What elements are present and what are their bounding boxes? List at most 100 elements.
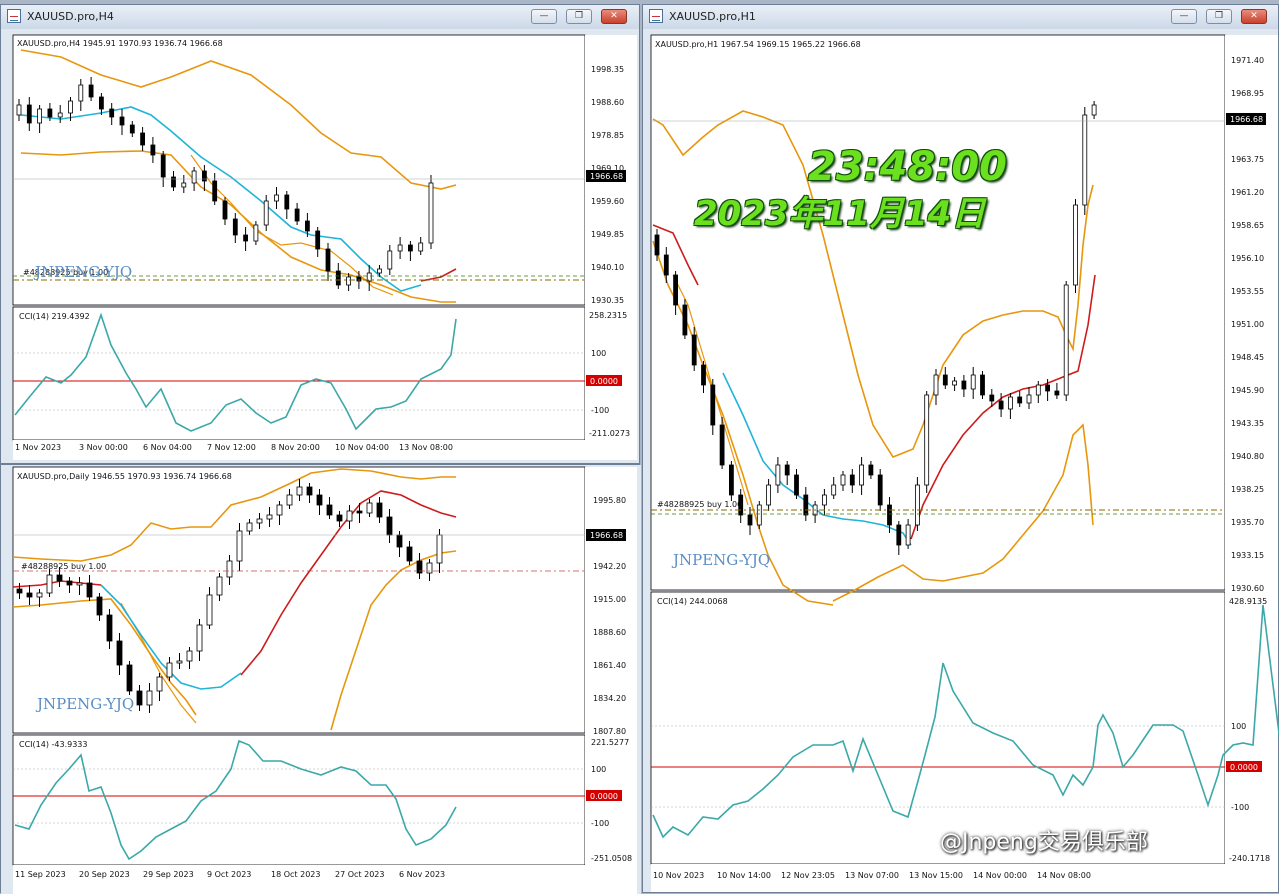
candle — [868, 464, 874, 476]
candle — [274, 194, 279, 202]
candle — [663, 254, 669, 276]
candle — [191, 170, 197, 184]
svg-text:1 Nov 2023: 1 Nov 2023 — [15, 443, 61, 452]
candle — [701, 364, 706, 386]
svg-text:1935.70: 1935.70 — [1231, 518, 1264, 527]
svg-text:-251.0508: -251.0508 — [591, 854, 632, 863]
candle — [316, 494, 323, 506]
candle — [212, 180, 218, 202]
svg-text:100: 100 — [591, 349, 606, 358]
chart-header: XAUUSD.pro,Daily 1946.55 1970.93 1936.74… — [17, 472, 232, 481]
svg-text:14 Nov 08:00: 14 Nov 08:00 — [1037, 871, 1091, 880]
candle — [226, 560, 233, 578]
chart-daily[interactable]: XAUUSD.pro,Daily 1946.55 1970.93 1936.74… — [1, 465, 641, 894]
candle — [156, 676, 163, 692]
candle — [406, 546, 413, 562]
chart-h1[interactable]: XAUUSD.pro,H1 1967.54 1969.15 1965.22 19… — [643, 5, 1279, 894]
svg-text:1861.40: 1861.40 — [593, 661, 626, 670]
candle — [1073, 204, 1078, 286]
watermark: JNPENG-YJQ — [33, 263, 132, 281]
candle — [181, 182, 187, 188]
candle — [896, 524, 902, 546]
candle — [304, 220, 310, 232]
svg-text:1998.35: 1998.35 — [591, 65, 624, 74]
candle — [119, 116, 125, 126]
candle — [315, 230, 321, 250]
cci-zero-tag: 0.0000 — [1230, 763, 1258, 772]
candle — [136, 690, 143, 706]
svg-text:1940.10: 1940.10 — [591, 263, 624, 272]
svg-text:14 Nov 00:00: 14 Nov 00:00 — [973, 871, 1027, 880]
candle — [436, 534, 443, 564]
cci-zero-tag: 0.0000 — [590, 792, 618, 801]
candle — [407, 244, 413, 252]
candle — [116, 640, 123, 666]
svg-text:10 Nov 14:00: 10 Nov 14:00 — [717, 871, 771, 880]
candle — [78, 84, 84, 102]
candle — [335, 270, 341, 286]
candle — [803, 494, 809, 516]
cci-header: CCI(14) 219.4392 — [19, 312, 90, 321]
cci-header: CCI(14) 244.0068 — [657, 597, 728, 606]
candle — [980, 374, 985, 396]
candle — [46, 574, 53, 594]
candle — [933, 374, 939, 396]
candle — [66, 580, 73, 586]
candle — [253, 224, 259, 242]
svg-text:11 Sep 2023: 11 Sep 2023 — [15, 870, 66, 879]
candle — [1017, 396, 1023, 404]
candle — [150, 144, 156, 156]
candle — [682, 304, 688, 336]
candle — [246, 522, 253, 532]
svg-text:1807.80: 1807.80 — [593, 727, 626, 736]
svg-text:9 Oct 2023: 9 Oct 2023 — [207, 870, 251, 879]
candle — [201, 170, 207, 182]
candle — [236, 530, 243, 562]
svg-text:1888.60: 1888.60 — [593, 628, 626, 637]
window-daily[interactable]: XAUUSD.pro,Daily 1946.55 1970.93 1936.74… — [0, 464, 641, 894]
candle — [296, 486, 303, 496]
svg-text:100: 100 — [591, 765, 606, 774]
svg-text:258.2315: 258.2315 — [589, 311, 627, 320]
candle — [821, 494, 827, 506]
svg-text:1961.20: 1961.20 — [1231, 188, 1264, 197]
candle — [26, 104, 32, 124]
svg-text:18 Oct 2023: 18 Oct 2023 — [271, 870, 320, 879]
svg-text:-100: -100 — [591, 819, 609, 828]
candle — [88, 84, 94, 98]
candle — [428, 182, 434, 244]
candle — [256, 518, 263, 524]
svg-text:1943.35: 1943.35 — [1231, 419, 1264, 428]
svg-text:10 Nov 2023: 10 Nov 2023 — [653, 871, 704, 880]
candle — [719, 424, 725, 466]
candle — [905, 524, 911, 546]
overlay-date: 2023年11月14日 — [694, 194, 986, 234]
window-h4[interactable]: XAUUSD.pro,H4 — ❐ ✕ XAUUSD.pro,H4 1945.9… — [0, 4, 640, 464]
time-axis: 11 Sep 2023 20 Sep 2023 29 Sep 2023 9 Oc… — [15, 870, 445, 879]
candle — [216, 576, 223, 596]
svg-text:1953.55: 1953.55 — [1231, 287, 1264, 296]
window-h1[interactable]: XAUUSD.pro,H1 — ❐ ✕ XAUUSD.pro,H1 1967.5… — [642, 4, 1279, 893]
svg-text:100: 100 — [1231, 722, 1246, 731]
svg-text:1968.95: 1968.95 — [1231, 89, 1264, 98]
credit-watermark: @Jnpeng交易俱乐部 — [940, 830, 1148, 855]
candle — [831, 484, 837, 496]
candle — [263, 200, 269, 226]
candle — [766, 484, 771, 506]
candle — [325, 248, 331, 272]
candle — [729, 464, 734, 496]
candle — [140, 132, 146, 146]
candle — [952, 380, 958, 386]
svg-text:1945.90: 1945.90 — [1231, 386, 1264, 395]
svg-text:27 Oct 2023: 27 Oct 2023 — [335, 870, 384, 879]
candle — [756, 504, 762, 526]
candle — [186, 650, 193, 662]
watermark: JNPENG-YJQ — [35, 695, 134, 713]
chart-h4[interactable]: XAUUSD.pro,H4 1945.91 1970.93 1936.74 19… — [1, 5, 641, 465]
svg-text:1942.20: 1942.20 — [593, 562, 626, 571]
svg-text:1930.60: 1930.60 — [1231, 584, 1264, 593]
candle — [284, 194, 290, 210]
candle — [970, 374, 976, 390]
candle — [326, 504, 333, 516]
svg-text:1933.15: 1933.15 — [1231, 551, 1264, 560]
